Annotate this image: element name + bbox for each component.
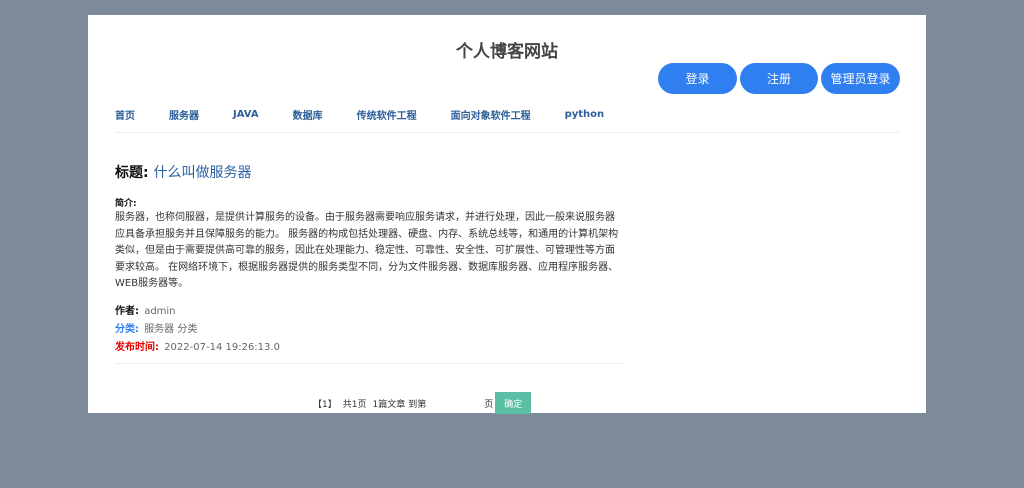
time-row: 发布时间: 2022-07-14 19:26:13.0	[115, 339, 623, 357]
pager-current[interactable]: 【1】	[313, 397, 337, 410]
category-value: 服务器 分类	[144, 323, 198, 335]
page-container: 个人博客网站 登录 注册 管理员登录 首页 服务器 JAVA 数据库 传统软件工…	[88, 15, 926, 414]
login-button[interactable]: 登录	[658, 63, 737, 94]
admin-login-button[interactable]: 管理员登录	[821, 63, 900, 94]
time-label: 发布时间:	[115, 341, 159, 353]
author-value: admin	[144, 305, 176, 317]
category-label: 分类:	[115, 323, 139, 335]
article-title-row: 标题: 什么叫做服务器	[115, 162, 623, 182]
pager-total-articles: 1篇文章	[372, 399, 406, 410]
auth-buttons: 登录 注册 管理员登录	[658, 63, 900, 94]
category-row: 分类: 服务器 分类	[115, 321, 623, 339]
article-summary: 服务器，也称伺服器，是提供计算服务的设备。由于服务器需要响应服务请求，并进行处理…	[115, 212, 619, 289]
nav-item-oo-se[interactable]: 面向对象软件工程	[451, 107, 531, 122]
site-title: 个人博客网站	[456, 42, 558, 62]
nav-item-database[interactable]: 数据库	[293, 107, 323, 122]
pager-confirm-button[interactable]: 确定	[495, 392, 532, 414]
nav-item-traditional-se[interactable]: 传统软件工程	[357, 107, 417, 122]
nav-item-python[interactable]: python	[565, 109, 605, 120]
nav-divider	[115, 132, 900, 133]
article-title-label: 标题:	[115, 165, 149, 181]
pager-page-input[interactable]	[428, 394, 483, 412]
article-meta: 作者: admin 分类: 服务器 分类 发布时间: 2022-07-14 19…	[115, 303, 623, 357]
author-label: 作者:	[115, 305, 139, 317]
nav-item-java[interactable]: JAVA	[233, 109, 259, 120]
article-title[interactable]: 什么叫做服务器	[153, 165, 251, 181]
pagination: 【1】 共1页 1篇文章 到第 页 确定	[313, 392, 532, 414]
pager-total-pages: 共1页	[342, 399, 367, 410]
pager-page-suffix: 页	[484, 399, 494, 410]
author-row: 作者: admin	[115, 303, 623, 321]
summary-label: 简介:	[115, 199, 137, 209]
time-value: 2022-07-14 19:26:13.0	[164, 341, 280, 353]
nav-item-server[interactable]: 服务器	[169, 107, 199, 122]
article: 标题: 什么叫做服务器 简介: 服务器，也称伺服器，是提供计算服务的设备。由于服…	[115, 162, 623, 357]
register-button[interactable]: 注册	[740, 63, 818, 94]
main-nav: 首页 服务器 JAVA 数据库 传统软件工程 面向对象软件工程 python	[115, 107, 638, 122]
article-divider	[115, 363, 623, 364]
pager-goto-label: 到第	[408, 399, 427, 410]
nav-item-home[interactable]: 首页	[115, 107, 135, 122]
